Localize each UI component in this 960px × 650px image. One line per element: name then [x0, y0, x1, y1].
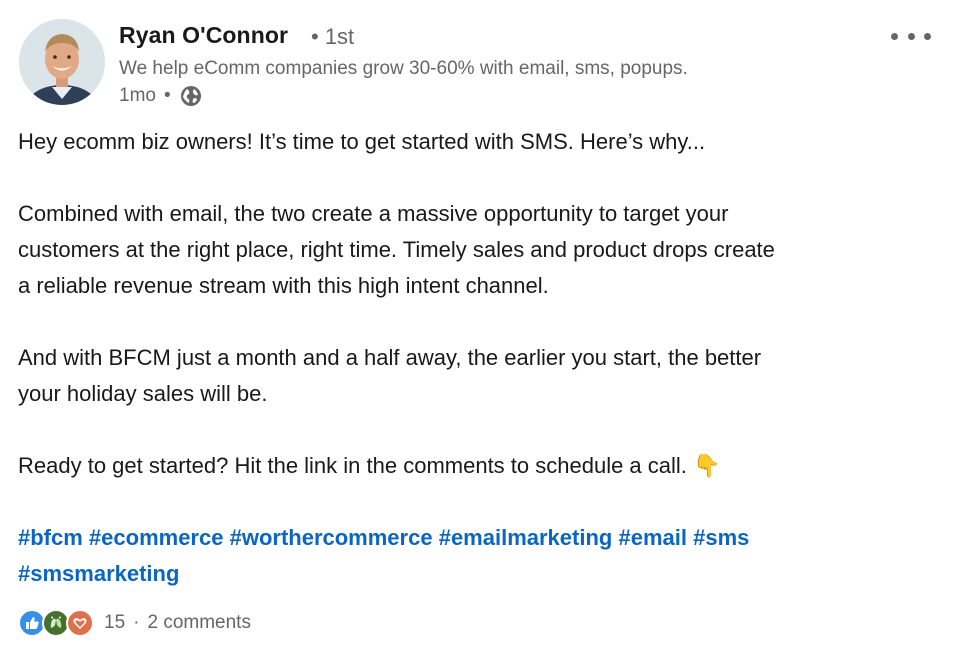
post-body: Hey ecomm biz owners! It’s time to get s… — [18, 124, 938, 485]
hashtag-link[interactable]: #ecommerce — [89, 525, 224, 550]
hashtag-link[interactable]: #emailmarketing — [439, 525, 613, 550]
connection-degree: • 1st — [311, 24, 355, 49]
hashtag-link[interactable]: #smsmarketing — [18, 561, 179, 586]
social-separator: · — [133, 612, 140, 633]
social-counts: 15 · 2 comments — [18, 609, 251, 637]
meta-separator: • — [163, 85, 171, 106]
post-paragraph: your holiday sales will be. — [18, 381, 268, 406]
post-paragraph: a reliable revenue stream with this high… — [18, 273, 549, 298]
reaction-count[interactable]: 15 — [104, 612, 125, 634]
post-paragraph: Combined with email, the two create a ma… — [18, 201, 729, 226]
hashtag-link[interactable]: #bfcm — [18, 525, 83, 550]
hashtag-list: #bfcm #ecommerce #worthercommerce #email… — [18, 520, 938, 592]
reactions-summary[interactable] — [18, 609, 94, 637]
hashtag-link[interactable]: #email — [618, 525, 687, 550]
author-avatar[interactable] — [19, 19, 105, 105]
post-paragraph: Hey ecomm biz owners! It’s time to get s… — [18, 129, 706, 154]
post-paragraph: And with BFCM just a month and a half aw… — [18, 345, 762, 370]
love-icon — [66, 609, 94, 637]
hashtag-link[interactable]: #sms — [693, 525, 749, 550]
comments-count-link[interactable]: 2 comments — [147, 612, 250, 634]
pointing-down-icon: 👇 — [693, 454, 721, 479]
feed-post: Ryan O'Connor • 1st We help eComm compan… — [0, 0, 960, 650]
globe-icon — [179, 84, 203, 108]
hashtag-link[interactable]: #worthercommerce — [230, 525, 433, 550]
post-cta-text: Ready to get started? Hit the link in th… — [18, 453, 687, 478]
post-paragraph: Ready to get started? Hit the link in th… — [18, 448, 938, 485]
author-headline: We help eComm companies grow 30-60% with… — [119, 58, 688, 79]
post-time: 1mo — [119, 85, 156, 106]
more-options-icon[interactable] — [891, 26, 931, 46]
author-name[interactable]: Ryan O'Connor — [119, 22, 288, 49]
post-paragraph: customers at the right place, right time… — [18, 237, 775, 262]
post-meta: 1mo • — [119, 84, 203, 108]
